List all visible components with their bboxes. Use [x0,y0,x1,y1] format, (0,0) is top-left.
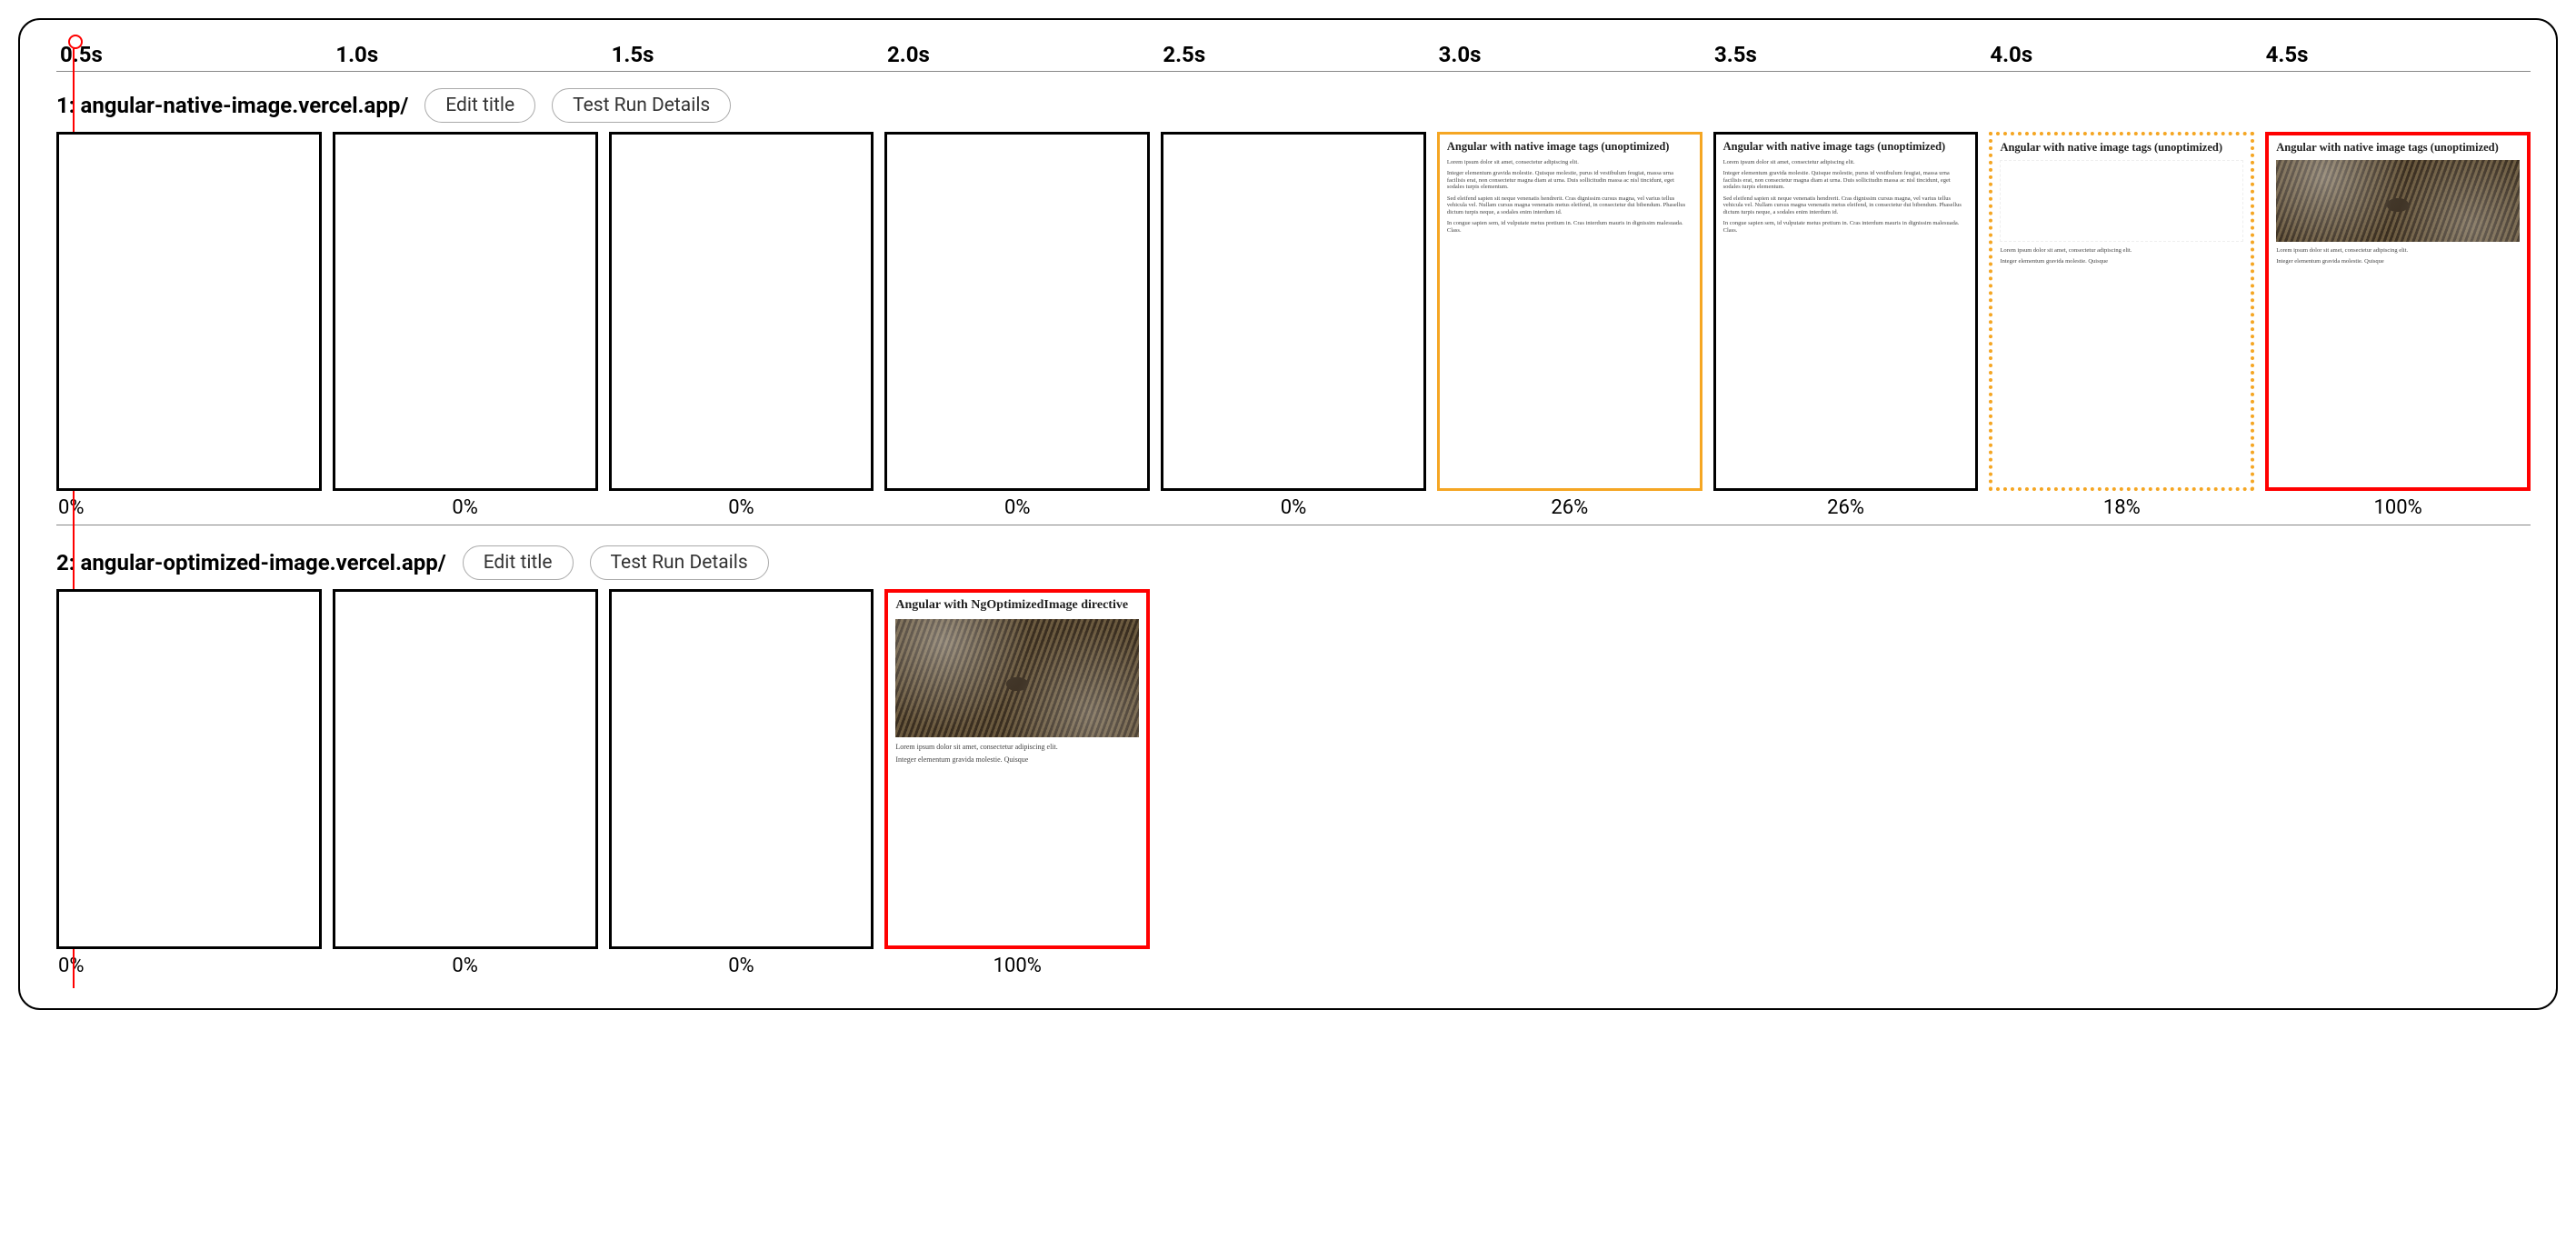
percent-label: 0% [333,955,598,977]
visual-complete-row-1: 0% 0% 0% 0% 0% 26% 26% 18% 100% [56,496,2531,525]
filmstrip-panel: 0.5s 1.0s 1.5s 2.0s 2.5s 3.0s 3.5s 4.0s … [18,18,2558,1010]
frame-heading: Angular with native image tags (unoptimi… [1723,140,1969,154]
visual-complete-row-2: 0% 0% 0% 100% [56,955,2531,983]
frame-heading: Angular with native image tags (unoptimi… [1447,140,1692,154]
row-header-2: 2: angular-optimized-image.vercel.app/ E… [56,545,2531,580]
frame-thumb[interactable] [333,589,598,948]
image-placeholder [2000,160,2243,242]
cat-image [895,619,1139,737]
percent-label [1437,955,1702,977]
row-header-1: 1: angular-native-image.vercel.app/ Edit… [56,88,2531,123]
frame-thumb[interactable] [884,132,1150,491]
frame-thumb[interactable] [1161,132,1426,491]
test-run-details-button[interactable]: Test Run Details [590,545,769,580]
edit-title-button[interactable]: Edit title [424,88,535,123]
row-title: 1: angular-native-image.vercel.app/ [56,93,408,118]
frame-thumb[interactable] [56,132,322,491]
frame-thumb[interactable]: Angular with native image tags (unoptimi… [1713,132,1979,491]
frame-thumb[interactable] [609,132,874,491]
filmstrip-row-1: Angular with native image tags (unoptimi… [56,132,2531,491]
percent-label: 0% [56,496,322,519]
percent-label: 0% [609,496,874,519]
percent-label: 0% [333,496,598,519]
frame-thumb[interactable]: Angular with native image tags (unoptimi… [1989,132,2254,491]
percent-label: 0% [1161,496,1426,519]
time-tick: 2.0s [887,42,1152,67]
percent-label: 0% [56,955,322,977]
time-tick: 2.5s [1163,42,1427,67]
frame-thumb[interactable] [333,132,598,491]
percent-label: 18% [1989,496,2254,519]
time-tick: 0.5s [60,42,324,67]
percent-label [1161,955,1426,977]
time-tick: 4.0s [1990,42,2254,67]
test-run-details-button[interactable]: Test Run Details [552,88,731,123]
row-title: 2: angular-optimized-image.vercel.app/ [56,550,446,575]
frame-thumb[interactable]: Angular with native image tags (unoptimi… [2265,132,2531,491]
frame-thumb[interactable]: Angular with NgOptimizedImage directive … [884,589,1150,948]
timeline-header: 0.5s 1.0s 1.5s 2.0s 2.5s 3.0s 3.5s 4.0s … [56,42,2531,72]
frame-heading: Angular with native image tags (unoptimi… [2000,141,2243,155]
frame-thumb[interactable] [609,589,874,948]
percent-label: 26% [1713,496,1979,519]
frame-heading: Angular with native image tags (unoptimi… [2276,141,2520,155]
frame-thumb[interactable]: Angular with native image tags (unoptimi… [1437,132,1702,491]
edit-title-button[interactable]: Edit title [463,545,574,580]
percent-label [1989,955,2254,977]
time-tick: 4.5s [2266,42,2531,67]
time-tick: 1.0s [335,42,600,67]
time-tick: 3.0s [1439,42,1703,67]
percent-label: 100% [884,955,1150,977]
percent-label: 0% [884,496,1150,519]
frame-heading: Angular with NgOptimizedImage directive [895,598,1139,614]
percent-label: 0% [609,955,874,977]
cat-image [2276,160,2520,242]
frame-thumb[interactable] [56,589,322,948]
time-tick: 1.5s [612,42,876,67]
percent-label: 26% [1437,496,1702,519]
percent-label [2265,955,2531,977]
time-tick: 3.5s [1714,42,1979,67]
percent-label [1713,955,1979,977]
percent-label: 100% [2265,496,2531,519]
filmstrip-row-2: Angular with NgOptimizedImage directive … [56,589,2531,948]
